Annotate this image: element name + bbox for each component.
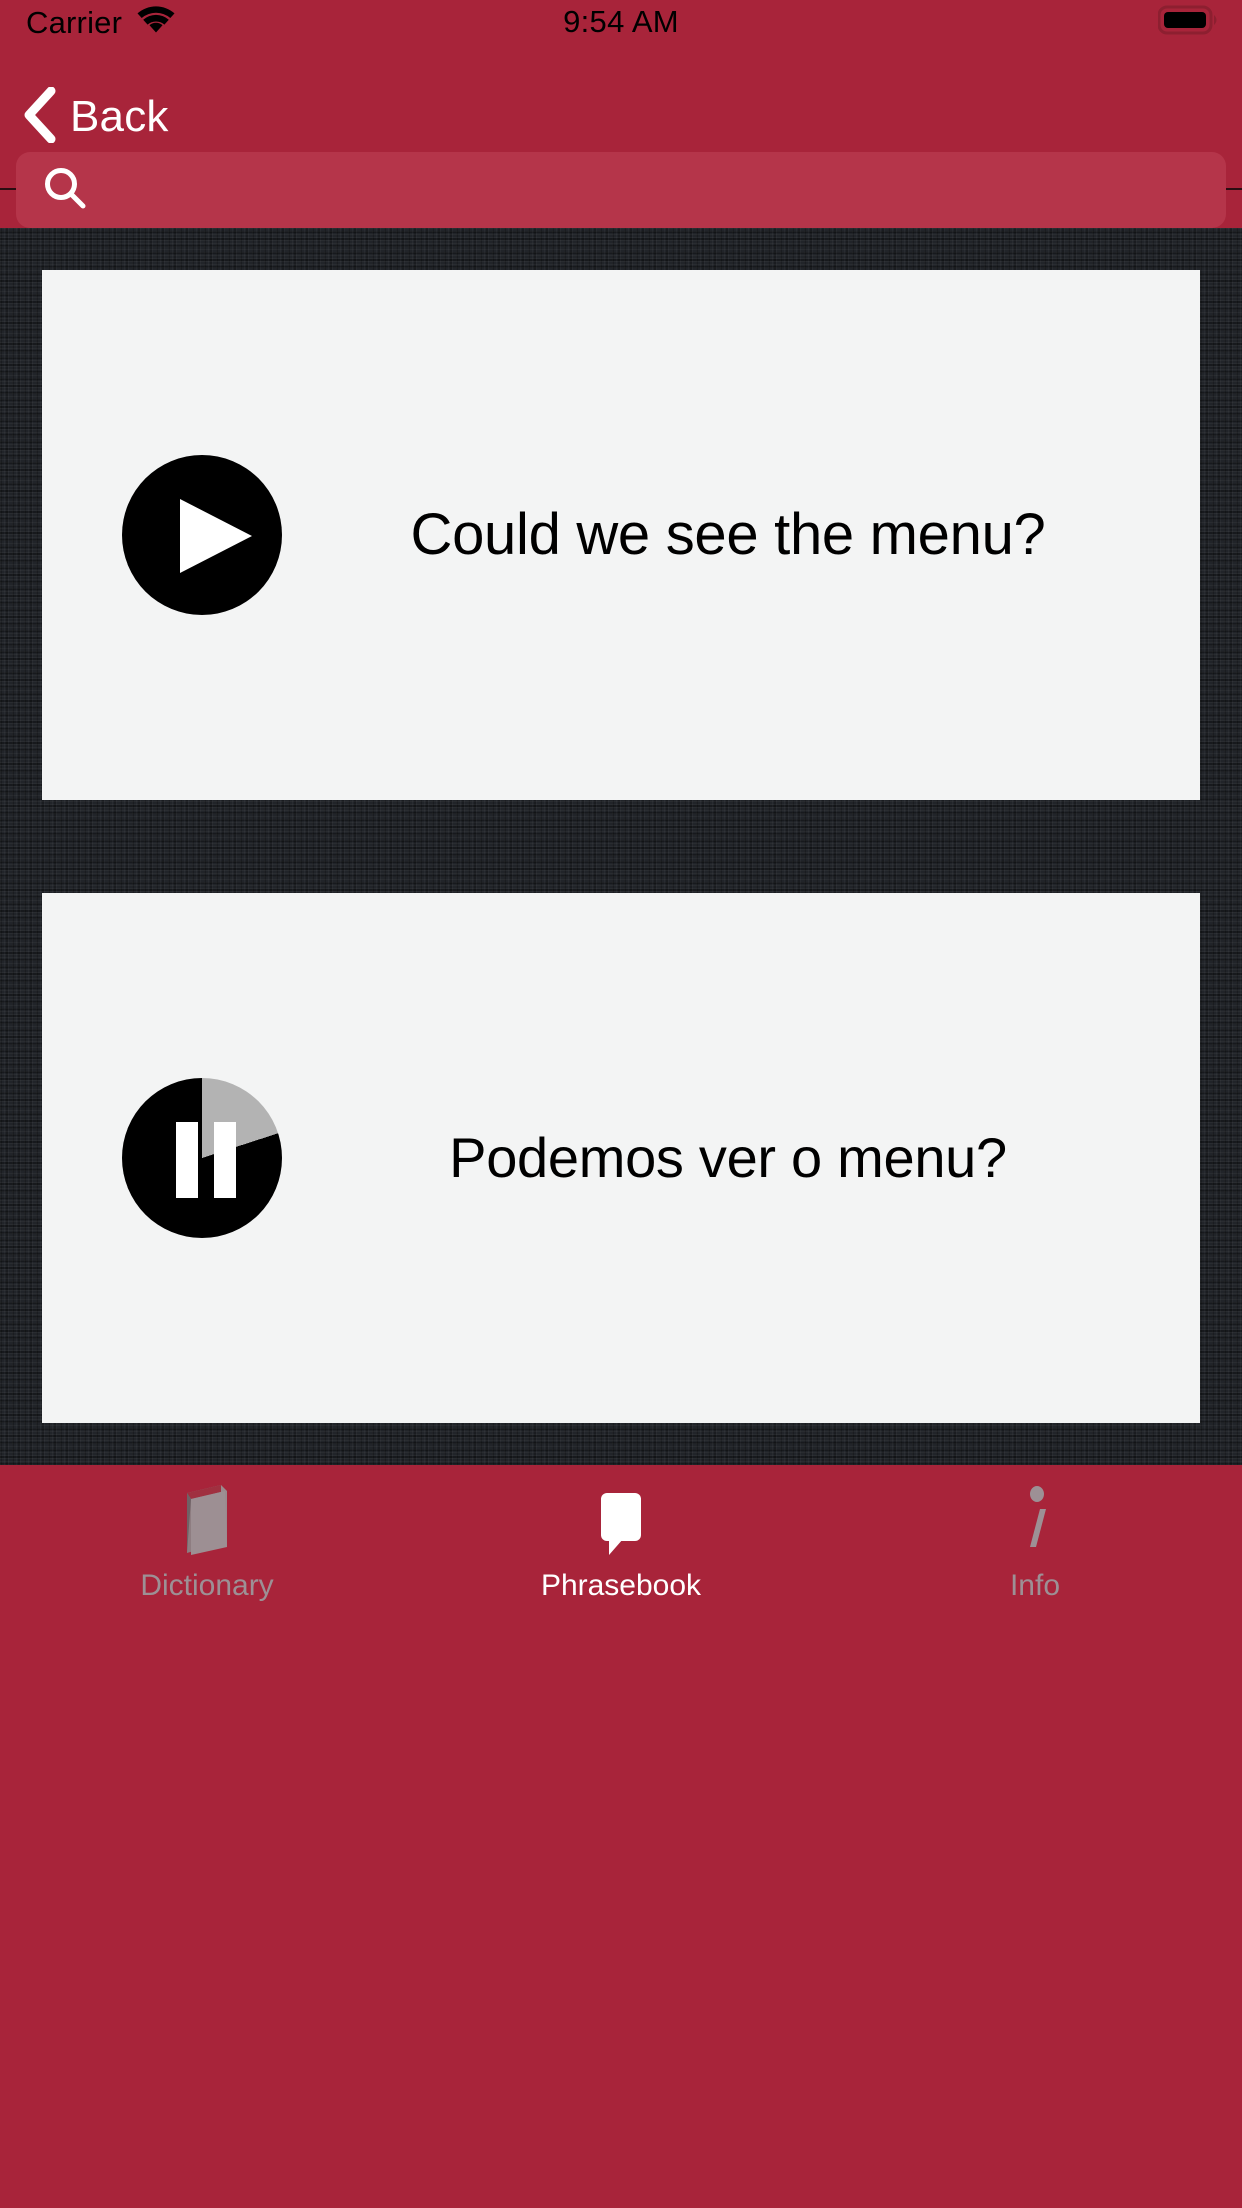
phrase-text-source: Could we see the menu? bbox=[410, 501, 1046, 567]
search-input[interactable] bbox=[110, 169, 1170, 211]
play-icon[interactable] bbox=[122, 455, 282, 615]
tab-info-label: Info bbox=[1009, 1569, 1061, 1602]
carrier-label: Carrier bbox=[26, 4, 123, 40]
phrase-list: Could we see the menu? Podemos ver o men… bbox=[0, 228, 1242, 1465]
clock-label: 9:54 AM bbox=[563, 4, 679, 39]
status-bar-center: 9:54 AM bbox=[0, 0, 1242, 44]
wifi-icon bbox=[136, 5, 176, 40]
pause-bar-right bbox=[214, 1122, 236, 1198]
search-field[interactable] bbox=[16, 152, 1226, 228]
book-icon bbox=[165, 1481, 249, 1563]
pause-icon[interactable] bbox=[122, 1078, 282, 1238]
chevron-left-icon bbox=[22, 86, 56, 148]
tab-phrasebook[interactable]: Phrasebook bbox=[414, 1465, 828, 1615]
tab-bar: Dictionary Phrasebook Info bbox=[0, 1465, 1242, 2208]
status-bar-right bbox=[1157, 0, 1220, 44]
tab-dictionary-label: Dictionary bbox=[140, 1569, 274, 1602]
speech-bubble-icon bbox=[579, 1481, 663, 1563]
status-bar-left: Carrier bbox=[26, 5, 176, 40]
search-icon bbox=[42, 165, 88, 216]
search-bar-container bbox=[0, 152, 1242, 228]
info-icon bbox=[993, 1481, 1077, 1563]
pause-bar-left bbox=[176, 1122, 198, 1198]
phrase-text-target: Podemos ver o menu? bbox=[449, 1125, 1007, 1189]
phrase-card-target[interactable]: Podemos ver o menu? bbox=[42, 893, 1200, 1423]
tab-info[interactable]: Info bbox=[828, 1465, 1242, 1615]
tab-row: Dictionary Phrasebook Info bbox=[0, 1465, 1242, 1615]
tab-phrasebook-label: Phrasebook bbox=[540, 1569, 702, 1602]
back-button[interactable]: Back bbox=[22, 82, 185, 152]
battery-full-icon bbox=[1157, 5, 1220, 40]
phrase-card-source[interactable]: Could we see the menu? bbox=[42, 270, 1200, 800]
tab-dictionary[interactable]: Dictionary bbox=[0, 1465, 414, 1615]
back-button-label: Back bbox=[70, 92, 169, 141]
status-bar: Carrier 9:54 AM bbox=[0, 0, 1242, 44]
